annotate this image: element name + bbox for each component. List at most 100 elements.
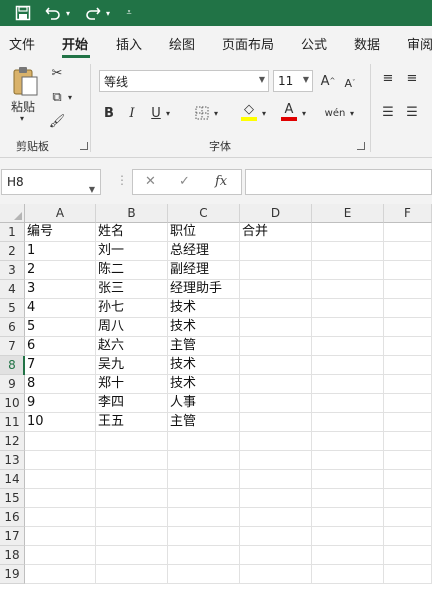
cell-c2[interactable]: 总经理 bbox=[168, 242, 240, 261]
cell-b6[interactable]: 周八 bbox=[96, 318, 168, 337]
cell-f15[interactable] bbox=[384, 489, 432, 508]
row-header-17[interactable]: 17 bbox=[0, 527, 25, 546]
cell-f4[interactable] bbox=[384, 280, 432, 299]
cell-c7[interactable]: 主管 bbox=[168, 337, 240, 356]
shrink-font-icon[interactable]: Aˇ bbox=[342, 74, 358, 92]
font-name-select[interactable]: 等线 ▼ bbox=[99, 70, 269, 92]
formula-input[interactable] bbox=[245, 169, 432, 195]
copy-dropdown-icon[interactable]: ▾ bbox=[68, 93, 72, 102]
cell-e4[interactable] bbox=[312, 280, 384, 299]
cell-b2[interactable]: 刘一 bbox=[96, 242, 168, 261]
cell-a10[interactable]: 9 bbox=[25, 394, 96, 413]
cell-e13[interactable] bbox=[312, 451, 384, 470]
row-header-6[interactable]: 6 bbox=[0, 318, 25, 337]
bold-icon[interactable]: B bbox=[101, 104, 117, 122]
row-header-15[interactable]: 15 bbox=[0, 489, 25, 508]
format-painter-icon[interactable]: 🖌 bbox=[48, 112, 66, 130]
cancel-icon[interactable]: ✕ bbox=[145, 174, 156, 189]
redo-dropdown-icon[interactable]: ▾ bbox=[103, 0, 113, 26]
align-top-icon[interactable]: ≡ bbox=[380, 70, 396, 86]
cell-f11[interactable] bbox=[384, 413, 432, 432]
cell-c8[interactable]: 技术 bbox=[168, 356, 240, 375]
cell-b8[interactable]: 吴九 bbox=[96, 356, 168, 375]
align-center-icon[interactable]: ☰ bbox=[404, 104, 420, 120]
cell-d17[interactable] bbox=[240, 527, 312, 546]
cell-d18[interactable] bbox=[240, 546, 312, 565]
cell-a7[interactable]: 6 bbox=[25, 337, 96, 356]
cell-e1[interactable] bbox=[312, 223, 384, 242]
cell-d5[interactable] bbox=[240, 299, 312, 318]
cell-e9[interactable] bbox=[312, 375, 384, 394]
cell-e15[interactable] bbox=[312, 489, 384, 508]
enter-icon[interactable]: ✓ bbox=[179, 174, 190, 189]
cell-a14[interactable] bbox=[25, 470, 96, 489]
cell-d2[interactable] bbox=[240, 242, 312, 261]
tab-review[interactable]: 审阅 bbox=[407, 34, 432, 53]
cell-e2[interactable] bbox=[312, 242, 384, 261]
cell-e5[interactable] bbox=[312, 299, 384, 318]
cell-b9[interactable]: 郑十 bbox=[96, 375, 168, 394]
paste-dropdown-icon[interactable]: ▾ bbox=[20, 114, 24, 123]
cell-b13[interactable] bbox=[96, 451, 168, 470]
cell-b4[interactable]: 张三 bbox=[96, 280, 168, 299]
row-header-16[interactable]: 16 bbox=[0, 508, 25, 527]
border-icon[interactable] bbox=[193, 104, 211, 122]
cell-b16[interactable] bbox=[96, 508, 168, 527]
cell-a2[interactable]: 1 bbox=[25, 242, 96, 261]
cell-c15[interactable] bbox=[168, 489, 240, 508]
cell-d8[interactable] bbox=[240, 356, 312, 375]
cell-b19[interactable] bbox=[96, 565, 168, 584]
phonetic-dropdown-icon[interactable]: ▾ bbox=[350, 109, 354, 118]
cell-e7[interactable] bbox=[312, 337, 384, 356]
cell-e11[interactable] bbox=[312, 413, 384, 432]
cell-a6[interactable]: 5 bbox=[25, 318, 96, 337]
paste-button[interactable]: 粘贴 bbox=[11, 98, 35, 115]
grow-font-icon[interactable]: A ^ bbox=[320, 72, 336, 90]
cell-a8[interactable]: 7 bbox=[25, 356, 96, 375]
cell-f5[interactable] bbox=[384, 299, 432, 318]
cell-c14[interactable] bbox=[168, 470, 240, 489]
cell-d9[interactable] bbox=[240, 375, 312, 394]
cell-b10[interactable]: 李四 bbox=[96, 394, 168, 413]
row-header-7[interactable]: 7 bbox=[0, 337, 25, 356]
customize-qat-icon[interactable]: ⩡ bbox=[122, 0, 136, 26]
row-header-12[interactable]: 12 bbox=[0, 432, 25, 451]
cell-b1[interactable]: 姓名 bbox=[96, 223, 168, 242]
row-header-9[interactable]: 9 bbox=[0, 375, 25, 394]
cell-c9[interactable]: 技术 bbox=[168, 375, 240, 394]
tab-draw[interactable]: 绘图 bbox=[169, 34, 195, 53]
cell-d15[interactable] bbox=[240, 489, 312, 508]
cell-d10[interactable] bbox=[240, 394, 312, 413]
cell-a5[interactable]: 4 bbox=[25, 299, 96, 318]
tab-formulas[interactable]: 公式 bbox=[301, 34, 327, 53]
cell-d1[interactable]: 合并 bbox=[240, 223, 312, 242]
cell-d14[interactable] bbox=[240, 470, 312, 489]
cell-d11[interactable] bbox=[240, 413, 312, 432]
cell-e19[interactable] bbox=[312, 565, 384, 584]
tab-home[interactable]: 开始 bbox=[62, 34, 88, 53]
cell-c6[interactable]: 技术 bbox=[168, 318, 240, 337]
tab-file[interactable]: 文件 bbox=[9, 34, 35, 53]
row-header-5[interactable]: 5 bbox=[0, 299, 25, 318]
cell-d4[interactable] bbox=[240, 280, 312, 299]
fill-color-icon[interactable]: ◇ bbox=[240, 102, 258, 122]
row-header-10[interactable]: 10 bbox=[0, 394, 25, 413]
column-header-f[interactable]: F bbox=[384, 204, 432, 223]
cell-e18[interactable] bbox=[312, 546, 384, 565]
cell-c13[interactable] bbox=[168, 451, 240, 470]
cell-e3[interactable] bbox=[312, 261, 384, 280]
cell-f13[interactable] bbox=[384, 451, 432, 470]
column-header-b[interactable]: B bbox=[96, 204, 168, 223]
cut-icon[interactable]: ✂ bbox=[48, 64, 66, 82]
font-color-icon[interactable]: A bbox=[280, 102, 298, 122]
save-icon[interactable] bbox=[12, 0, 34, 26]
row-header-18[interactable]: 18 bbox=[0, 546, 25, 565]
undo-icon[interactable] bbox=[44, 0, 62, 26]
cell-b7[interactable]: 赵六 bbox=[96, 337, 168, 356]
cell-c16[interactable] bbox=[168, 508, 240, 527]
cell-f3[interactable] bbox=[384, 261, 432, 280]
align-middle-icon[interactable]: ≡ bbox=[404, 70, 420, 86]
name-box[interactable]: H8 ▼ bbox=[1, 169, 101, 195]
column-header-d[interactable]: D bbox=[240, 204, 312, 223]
row-header-3[interactable]: 3 bbox=[0, 261, 25, 280]
